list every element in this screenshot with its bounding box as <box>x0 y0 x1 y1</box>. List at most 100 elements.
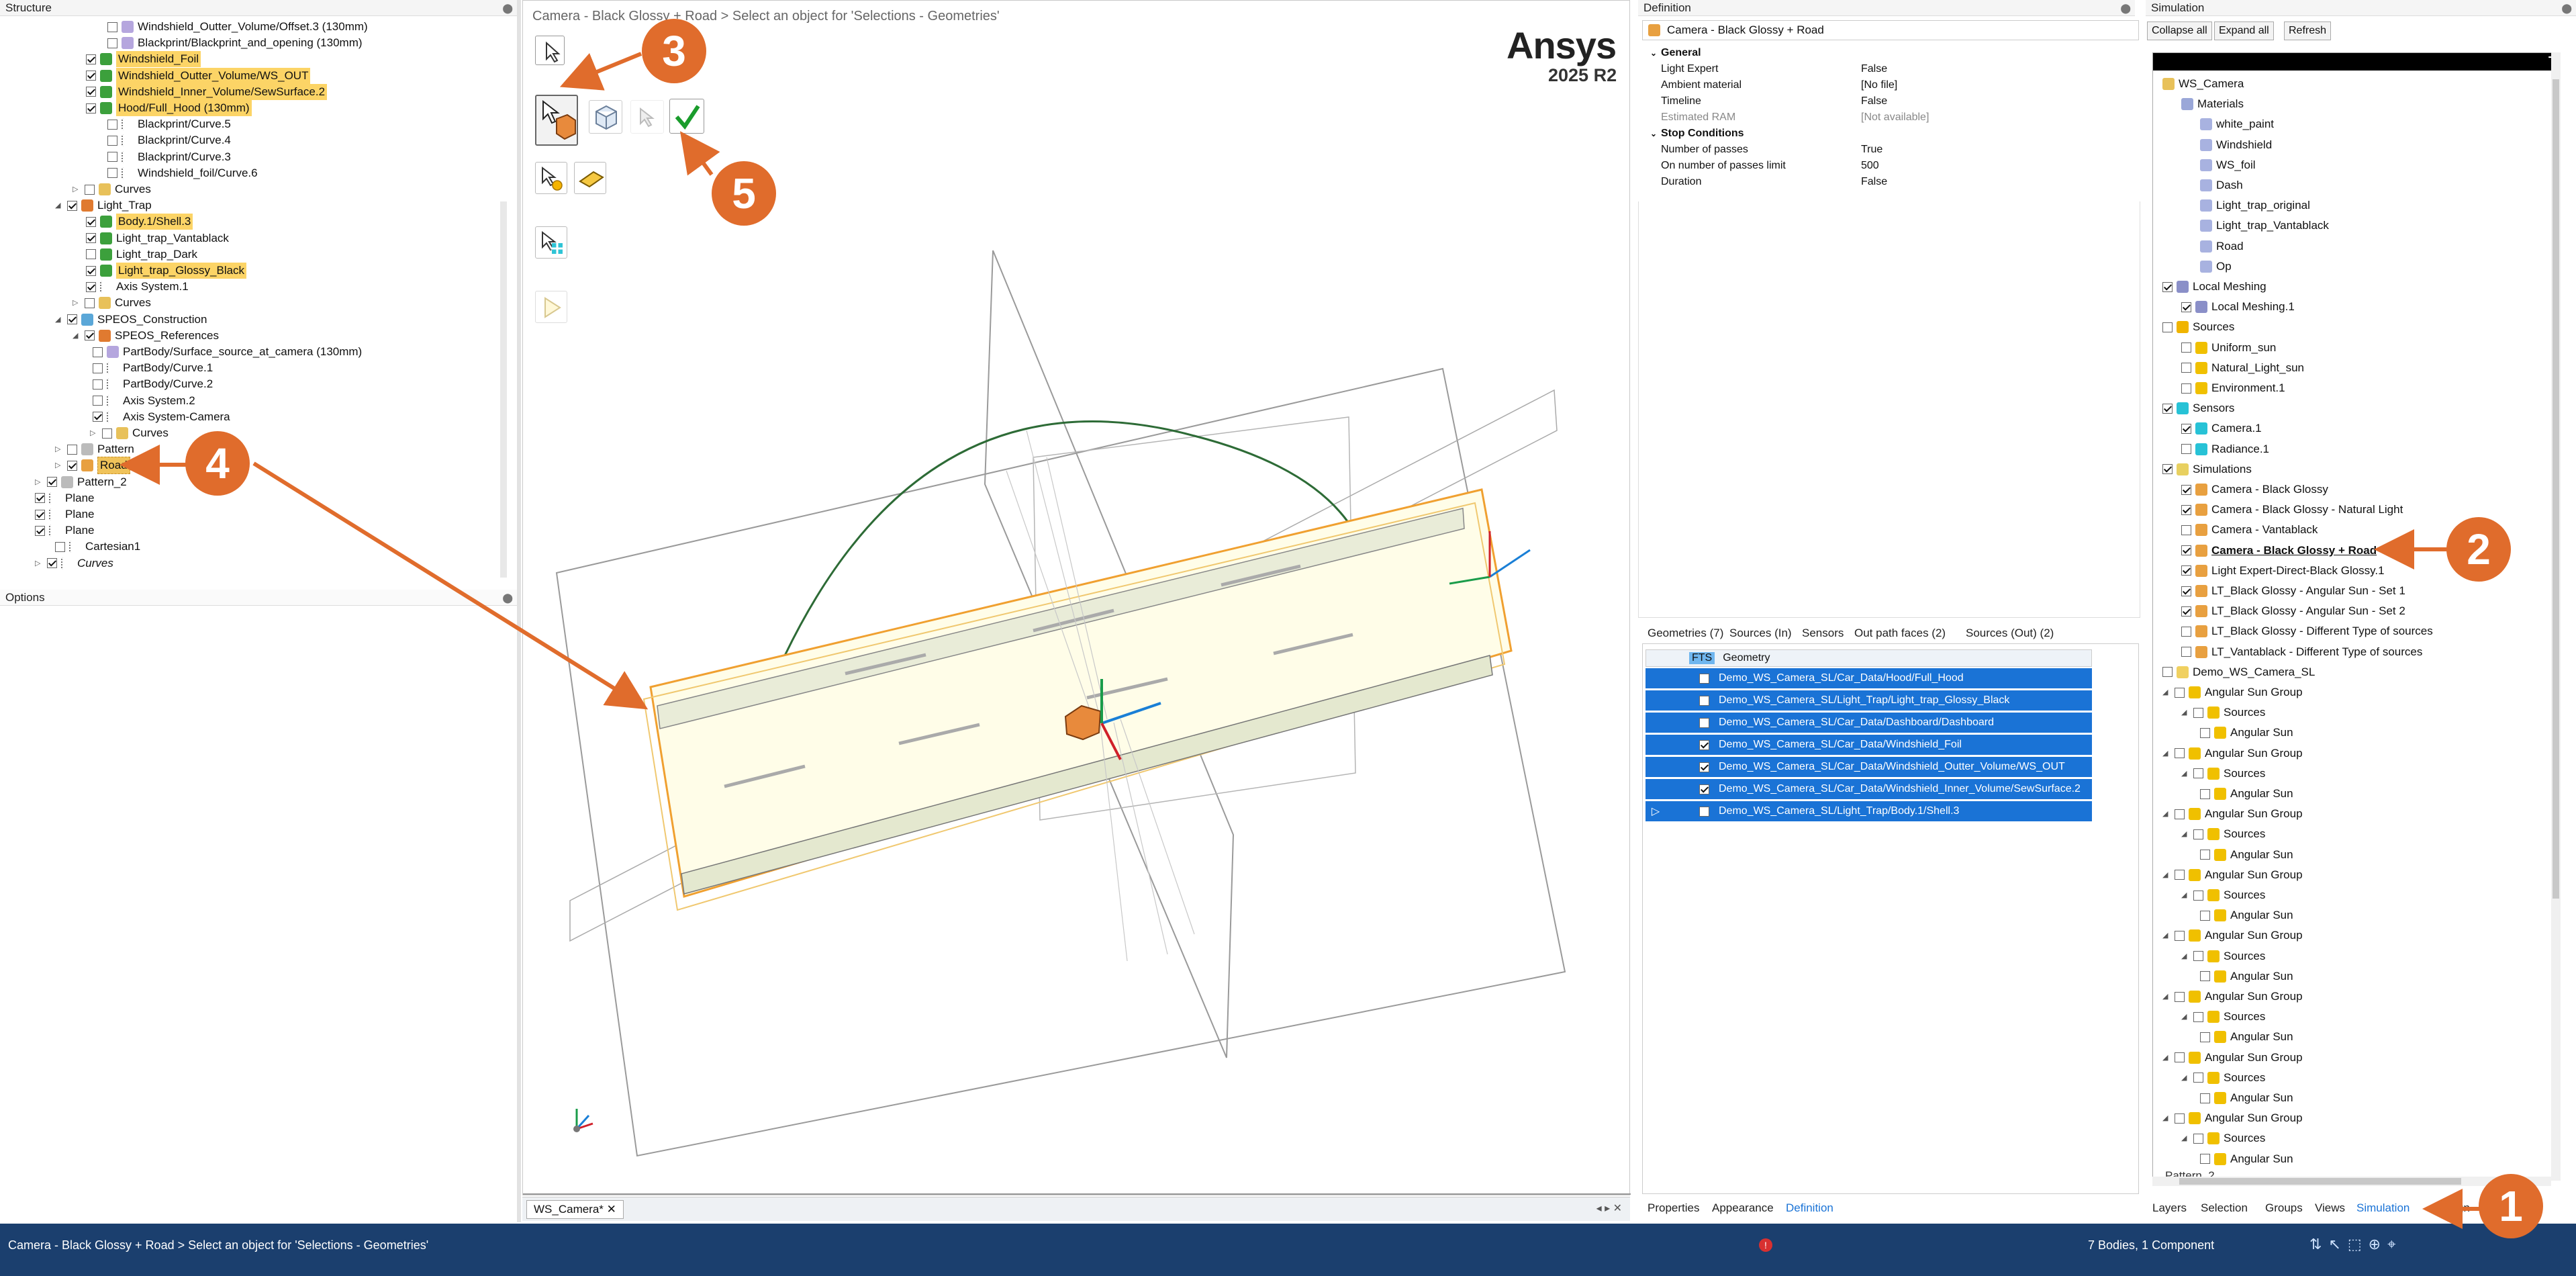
structure-tree-item[interactable]: Body.1/Shell.3 <box>86 214 193 230</box>
simulation-tree-item[interactable]: ◢ Sources <box>2181 1070 2265 1086</box>
panel-splitter[interactable] <box>517 0 521 1222</box>
visibility-checkbox[interactable] <box>107 119 117 130</box>
tab-sensors[interactable]: Sensors <box>1802 625 1844 642</box>
expand-toggle-icon[interactable]: ◢ <box>2162 1110 2172 1126</box>
structure-tree-item[interactable]: Blackprint/Curve.3 <box>107 149 231 165</box>
property-value[interactable]: [Not available] <box>1861 110 2135 125</box>
simulation-checkbox[interactable] <box>2181 302 2191 312</box>
simulation-checkbox[interactable] <box>2175 870 2185 880</box>
visibility-checkbox[interactable] <box>93 396 103 406</box>
visibility-checkbox[interactable] <box>93 347 103 357</box>
expand-toggle-icon[interactable]: ▷ <box>73 295 82 311</box>
visibility-checkbox[interactable] <box>86 281 96 292</box>
simulation-tree-item[interactable]: Demo_WS_Camera_SL <box>2162 664 2315 680</box>
simulation-checkbox[interactable] <box>2175 1052 2185 1063</box>
simulation-tree-item[interactable]: LT_Black Glossy - Different Type of sour… <box>2181 623 2433 639</box>
visibility-checkbox[interactable] <box>86 216 96 227</box>
simulation-tree-item[interactable]: Light_trap_Vantablack <box>2200 218 2329 234</box>
simulation-checkbox[interactable] <box>2181 606 2191 617</box>
tab-properties[interactable]: Properties <box>1648 1199 1699 1217</box>
simulation-tree-item[interactable]: ◢ Sources <box>2181 887 2265 903</box>
simulation-tree-item[interactable]: ◢ Angular Sun Group <box>2162 867 2303 883</box>
fts-checkbox[interactable] <box>1699 739 1709 750</box>
simulation-checkbox[interactable] <box>2181 586 2191 596</box>
simulation-tree-item[interactable]: Windshield <box>2200 137 2272 153</box>
expand-toggle-icon[interactable]: ◢ <box>2181 1070 2191 1086</box>
simulation-tree-item[interactable]: Angular Sun <box>2200 1151 2293 1167</box>
simulation-tree-item[interactable]: Sensors <box>2162 400 2234 416</box>
visibility-checkbox[interactable] <box>86 54 96 64</box>
simulation-checkbox[interactable] <box>2181 626 2191 637</box>
fts-checkbox[interactable] <box>1699 695 1709 706</box>
visibility-checkbox[interactable] <box>93 379 103 390</box>
expand-toggle-icon[interactable]: ◢ <box>73 328 82 344</box>
geometry-row[interactable]: Demo_WS_Camera_SL/Car_Data/Windshield_Fo… <box>1645 735 2092 755</box>
simulation-checkbox[interactable] <box>2193 951 2203 962</box>
expand-toggle-icon[interactable]: ▷ <box>73 181 82 197</box>
simulation-checkbox[interactable] <box>2193 768 2203 779</box>
tab-groups[interactable]: Groups <box>2265 1199 2303 1217</box>
simulation-tree-item[interactable]: Angular Sun <box>2200 725 2293 741</box>
simulation-tree-item[interactable]: LT_Vantablack - Different Type of source… <box>2181 644 2422 660</box>
visibility-checkbox[interactable] <box>85 330 95 341</box>
visibility-checkbox[interactable] <box>86 233 96 244</box>
fts-column-header[interactable]: FTS <box>1689 652 1715 664</box>
simulation-tree-item[interactable]: LT_Black Glossy - Angular Sun - Set 2 <box>2181 603 2405 619</box>
expand-toggle-icon[interactable]: ◢ <box>2181 704 2191 721</box>
simulation-checkbox[interactable] <box>2175 930 2185 941</box>
simulation-checkbox[interactable] <box>2162 403 2173 414</box>
structure-tree-item[interactable]: ▷ Pattern <box>55 441 134 457</box>
visibility-checkbox[interactable] <box>47 558 57 569</box>
simulation-tree-item[interactable]: Road <box>2200 238 2244 255</box>
tab-definition[interactable]: Definition <box>1786 1199 1833 1217</box>
visibility-checkbox[interactable] <box>93 412 103 422</box>
simulation-tree-item[interactable]: Angular Sun <box>2200 907 2293 923</box>
simulation-checkbox[interactable] <box>2162 322 2173 332</box>
simulation-checkbox[interactable] <box>2200 1032 2210 1042</box>
simulation-checkbox[interactable] <box>2200 910 2210 921</box>
expand-toggle-icon[interactable]: ▷ <box>35 474 44 490</box>
simulation-checkbox[interactable] <box>2175 809 2185 819</box>
simulation-tree-item[interactable]: Camera - Black Glossy <box>2181 482 2328 498</box>
visibility-checkbox[interactable] <box>86 265 96 276</box>
visibility-checkbox[interactable] <box>107 21 117 32</box>
visibility-checkbox[interactable] <box>86 71 96 81</box>
simulation-checkbox[interactable] <box>2175 991 2185 1002</box>
property-value[interactable]: False <box>1861 94 2135 109</box>
simulation-tree-item[interactable]: ◢ Angular Sun Group <box>2162 927 2303 944</box>
visibility-checkbox[interactable] <box>55 541 65 552</box>
definition-object-field[interactable]: Camera - Black Glossy + Road <box>1642 20 2139 40</box>
simulation-tree-item[interactable]: WS_foil <box>2200 157 2256 173</box>
geometry-column-header[interactable]: Geometry <box>1723 652 1770 664</box>
structure-scrollbar[interactable] <box>500 201 507 578</box>
structure-tree-item[interactable]: PartBody/Surface_source_at_camera (130mm… <box>93 344 362 360</box>
simulation-checkbox[interactable] <box>2181 565 2191 576</box>
simulation-checkbox[interactable] <box>2200 1093 2210 1103</box>
simulation-checkbox[interactable] <box>2175 748 2185 759</box>
simulation-checkbox[interactable] <box>2181 484 2191 495</box>
property-row[interactable]: Timeline False <box>1645 94 2135 109</box>
visibility-checkbox[interactable] <box>86 87 96 97</box>
structure-tree-item[interactable]: Blackprint/Blackprint_and_opening (130mm… <box>107 35 363 51</box>
structure-tree-item[interactable]: PartBody/Curve.1 <box>93 360 213 376</box>
visibility-checkbox[interactable] <box>85 184 95 195</box>
simulation-tree-item[interactable]: LT_Black Glossy - Angular Sun - Set 1 <box>2181 583 2405 599</box>
tab-out-path-faces-2-[interactable]: Out path faces (2) <box>1854 625 1946 642</box>
structure-tree-item[interactable]: Blackprint/Curve.4 <box>107 132 231 148</box>
simulation-tree-item[interactable]: ◢ Angular Sun Group <box>2162 1050 2303 1066</box>
structure-tree-item[interactable]: ▷ Curves <box>73 181 151 197</box>
simulation-tree-item[interactable]: Natural_Light_sun <box>2181 360 2304 376</box>
simulation-tree-item[interactable]: ◢ Angular Sun Group <box>2162 745 2303 762</box>
sim-vertical-scrollbar[interactable] <box>2551 52 2561 1181</box>
visibility-checkbox[interactable] <box>67 460 77 471</box>
geometry-row[interactable]: Demo_WS_Camera_SL/Car_Data/Dashboard/Das… <box>1645 713 2092 733</box>
property-row[interactable]: Number of passes True <box>1645 142 2135 157</box>
visibility-checkbox[interactable] <box>102 428 112 439</box>
geometry-row[interactable]: Demo_WS_Camera_SL/Car_Data/Hood/Full_Hoo… <box>1645 668 2092 688</box>
simulation-tree-item[interactable]: ◢ Angular Sun Group <box>2162 806 2303 822</box>
simulation-checkbox[interactable] <box>2162 667 2173 678</box>
structure-tree-item[interactable]: Axis System-Camera <box>93 409 230 425</box>
simulation-checkbox[interactable] <box>2181 525 2191 535</box>
simulation-tree-item[interactable]: white_paint <box>2200 116 2274 132</box>
simulation-checkbox[interactable] <box>2181 545 2191 556</box>
